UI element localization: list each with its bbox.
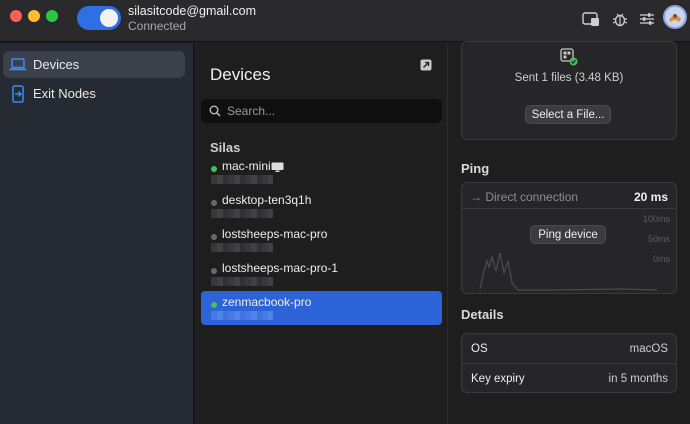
open-external-icon[interactable]	[420, 58, 432, 71]
device-item-lostsheeps-mac-pro-1[interactable]: lostsheeps-mac-pro-1	[201, 257, 442, 291]
zoom-window-button[interactable]	[46, 10, 58, 22]
account-email: silasitcode@gmail.com	[128, 4, 257, 18]
avatar[interactable]	[663, 5, 687, 29]
device-name: zenmacbook-pro	[222, 295, 312, 309]
redacted-address	[211, 311, 273, 320]
ping-graph: 100ms 50ms 0ms	[462, 209, 678, 295]
ping-latency: 20 ms	[633, 190, 668, 204]
offline-status-dot	[211, 234, 217, 240]
redacted-address	[211, 209, 273, 218]
device-name: lostsheeps-mac-pro	[222, 227, 328, 241]
ping-section-title: Ping	[461, 161, 490, 176]
settings-sliders-icon[interactable]	[637, 9, 657, 29]
online-status-dot	[211, 302, 217, 308]
sidebar-item-label: Devices	[33, 57, 80, 72]
exit-node-menu-icon[interactable]	[581, 9, 601, 29]
offline-status-dot	[211, 268, 217, 274]
device-item-zenmacbook-pro[interactable]: zenmacbook-pro	[201, 291, 442, 325]
select-file-button[interactable]: Select a File...	[525, 105, 611, 124]
ping-device-button[interactable]: Ping device	[530, 225, 606, 244]
device-name: desktop-ten3q1h	[222, 193, 312, 207]
axis-label-bottom: 0ms	[652, 254, 670, 264]
device-item-mac-mini[interactable]: mac-mini	[201, 155, 442, 189]
device-item-desktop-ten3q1h[interactable]: desktop-ten3q1h	[201, 189, 442, 223]
connection-status: Connected	[128, 19, 187, 33]
search-icon	[209, 105, 221, 117]
redacted-address	[211, 175, 273, 184]
title-bar: silasitcode@gmail.com Connected	[0, 0, 690, 42]
file-sent-icon	[560, 48, 578, 71]
ping-card: → Direct connection 20 ms 100ms 50ms 0ms…	[461, 182, 677, 294]
detail-row-os: OS macOS	[462, 334, 676, 364]
details-section-title: Details	[461, 307, 504, 322]
details-card: OS macOS Key expiry in 5 months	[461, 333, 677, 393]
laptop-icon	[3, 58, 33, 71]
page-title: Devices	[210, 65, 271, 84]
online-status-dot	[211, 166, 217, 172]
close-window-button[interactable]	[10, 10, 22, 22]
connection-type: → Direct connection	[470, 190, 579, 204]
sent-files-status: Sent 1 files (3.48 KB)	[514, 72, 624, 84]
vpn-toggle[interactable]	[77, 6, 121, 30]
exit-node-icon	[3, 84, 33, 103]
device-name: lostsheeps-mac-pro-1	[222, 261, 339, 275]
redacted-address	[211, 243, 273, 252]
device-detail-panel: Sent 1 files (3.48 KB) Select a File... …	[449, 41, 690, 424]
connection-row: → Direct connection 20 ms	[462, 183, 676, 209]
axis-label-top: 100ms	[642, 214, 670, 224]
sidebar-item-label: Exit Nodes	[33, 86, 96, 101]
device-name: mac-mini	[222, 159, 271, 173]
search-box[interactable]	[201, 99, 442, 123]
detail-key: OS	[471, 343, 488, 355]
device-item-lostsheeps-mac-pro[interactable]: lostsheeps-mac-pro	[201, 223, 442, 257]
minimize-window-button[interactable]	[28, 10, 40, 22]
detail-row-key-expiry: Key expiry in 5 months	[462, 364, 676, 394]
detail-key: Key expiry	[471, 373, 525, 385]
redacted-address	[211, 277, 273, 286]
detail-value: macOS	[629, 343, 668, 355]
sidebar: Devices Exit Nodes	[0, 43, 193, 424]
bug-report-icon[interactable]	[610, 9, 630, 29]
device-group-label: Silas	[210, 140, 241, 155]
offline-status-dot	[211, 200, 217, 206]
detail-value: in 5 months	[608, 373, 668, 385]
sidebar-item-exit-nodes[interactable]: Exit Nodes	[3, 80, 185, 107]
toggle-knob	[100, 9, 118, 27]
device-list-panel: Devices Silas mac-mini desktop-ten3q1h l…	[193, 43, 448, 424]
axis-label-mid: 50ms	[647, 234, 670, 244]
file-transfer-card: Sent 1 files (3.48 KB) Select a File...	[461, 41, 677, 140]
search-input[interactable]	[227, 104, 427, 118]
sidebar-item-devices[interactable]: Devices	[3, 51, 185, 78]
